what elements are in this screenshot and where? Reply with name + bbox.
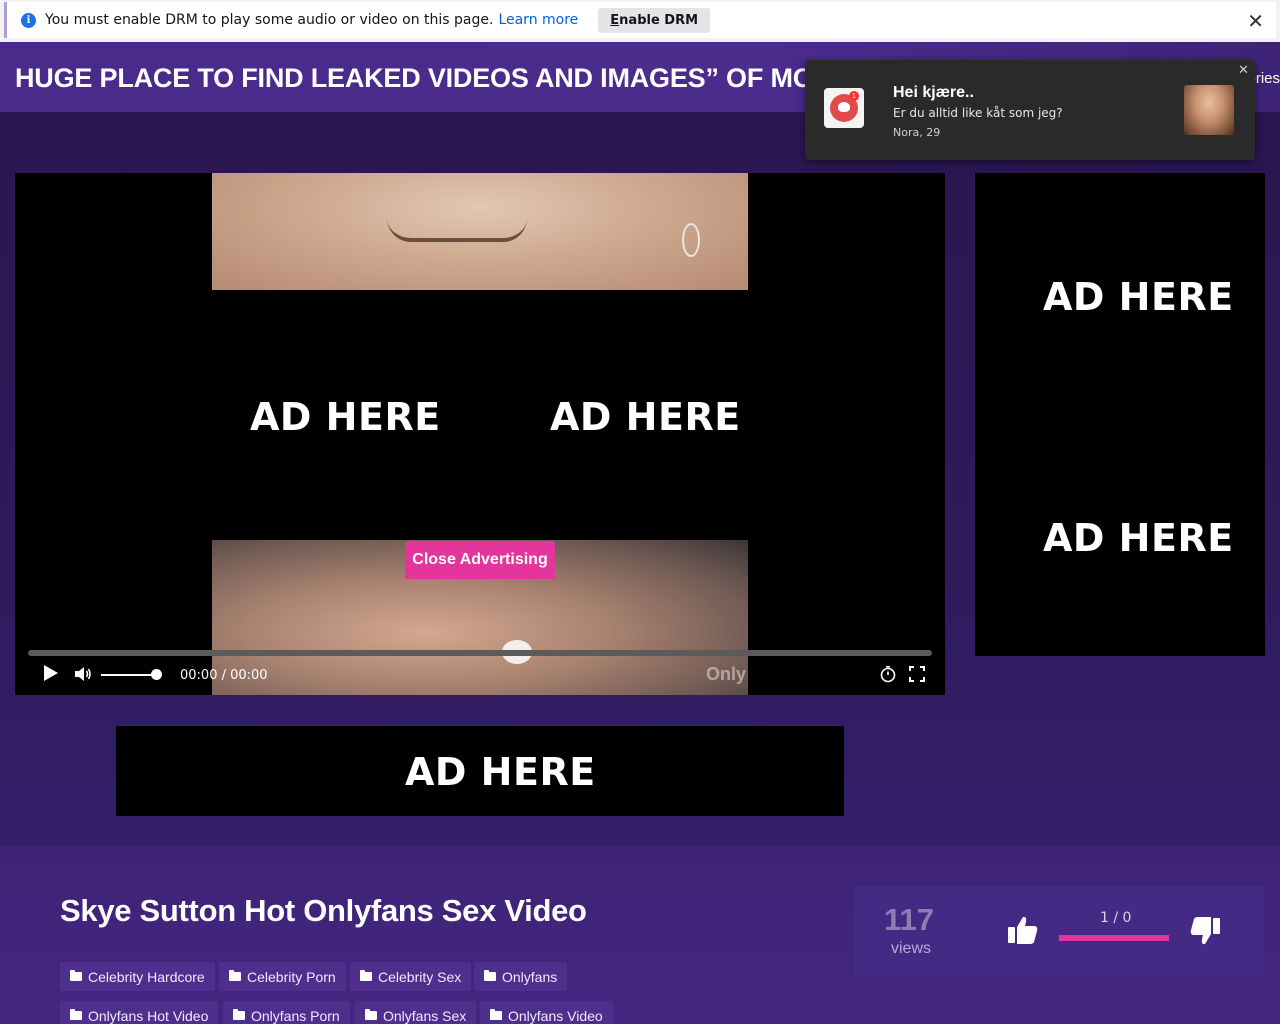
progress-bar[interactable] [28, 650, 932, 656]
folder-icon [229, 970, 241, 981]
enable-drm-button[interactable]: Enable DRM [598, 7, 711, 33]
tag-link[interactable]: Onlyfans [474, 962, 568, 991]
volume-knob[interactable] [151, 669, 162, 680]
tag-link[interactable]: Onlyfans Hot Video [60, 1001, 219, 1024]
rating-count: 1 / 0 [1100, 910, 1132, 926]
side-ad-text[interactable]: AD HERE [1043, 516, 1234, 560]
tag-label: Celebrity Porn [247, 968, 336, 985]
notification-title: Hei kjære.. [893, 84, 974, 101]
notification-badge: 1 [849, 91, 859, 101]
folder-icon [365, 1009, 377, 1020]
tag-label: Onlyfans Hot Video [88, 1007, 209, 1024]
drm-notification-bar: i You must enable DRM to play some audio… [0, 0, 1280, 42]
player-ad-right[interactable]: AD HERE [550, 395, 741, 439]
tag-label: Onlyfans Sex [383, 1007, 467, 1024]
bottom-ad-text[interactable]: AD HERE [405, 750, 596, 794]
thumbs-down-icon[interactable] [1188, 914, 1222, 948]
info-icon: i [21, 12, 36, 28]
drm-notification: i You must enable DRM to play some audio… [4, 2, 1276, 38]
views-count: 117 [884, 902, 935, 937]
volume-slider[interactable] [101, 674, 157, 676]
video-frame-detail [682, 223, 700, 257]
video-title: Skye Sutton Hot Onlyfans Sex Video [60, 893, 587, 928]
tag-link[interactable]: Onlyfans Porn [223, 1001, 350, 1024]
learn-more-link[interactable]: Learn more [498, 12, 578, 28]
tag-link[interactable]: Onlyfans Video [480, 1001, 613, 1024]
rating-box: 117 views 1 / 0 [854, 886, 1264, 976]
close-advertising-button[interactable]: Close Advertising [405, 541, 555, 579]
tag-link[interactable]: Celebrity Porn [219, 962, 346, 991]
rating-bar-fill [1059, 935, 1169, 941]
play-icon[interactable] [44, 665, 58, 681]
timer-icon[interactable] [879, 665, 897, 683]
tag-link[interactable]: Celebrity Hardcore [60, 962, 215, 991]
tag-link[interactable]: Celebrity Sex [350, 962, 472, 991]
side-ad-text[interactable]: AD HERE [1043, 275, 1234, 319]
folder-icon [70, 970, 82, 981]
folder-icon [233, 1009, 245, 1020]
fullscreen-icon[interactable] [909, 666, 925, 682]
close-icon[interactable]: ✕ [1247, 9, 1264, 33]
rating-bar [1059, 935, 1169, 941]
video-player[interactable]: AD HERE AD HERE Only Close Advertising 0… [15, 173, 945, 695]
tag-label: Celebrity Sex [378, 968, 462, 985]
tag-label: Onlyfans Porn [251, 1007, 340, 1024]
side-ad-banner[interactable]: AD HERE AD HERE [975, 173, 1265, 656]
bottom-ad-banner[interactable]: AD HERE [116, 726, 844, 816]
folder-icon [360, 970, 372, 981]
folder-icon [490, 1009, 502, 1020]
folder-icon [70, 1009, 82, 1020]
tag-link[interactable]: Onlyfans Sex [355, 1001, 477, 1024]
tag-label: Onlyfans Video [508, 1007, 603, 1024]
time-display: 00:00 / 00:00 [180, 668, 268, 683]
close-icon[interactable]: ✕ [1238, 63, 1249, 78]
video-frame-top [212, 173, 748, 290]
notification-sender: Nora, 29 [893, 126, 941, 139]
video-frame-detail [387, 218, 527, 242]
chat-app-icon: 1 [824, 88, 864, 128]
thumbs-up-icon[interactable] [1006, 913, 1040, 947]
views-label: views [891, 940, 932, 957]
tag-label: Celebrity Hardcore [88, 968, 205, 985]
tag-label: Onlyfans [502, 968, 558, 985]
drm-message: You must enable DRM to play some audio o… [45, 12, 494, 28]
folder-icon [484, 970, 496, 981]
chat-notification-popup[interactable]: 1 Hei kjære.. Er du alltid like kåt som … [805, 60, 1255, 160]
video-info-section: Skye Sutton Hot Onlyfans Sex Video Celeb… [0, 846, 1280, 1024]
notification-message: Er du alltid like kåt som jeg? [893, 106, 1063, 120]
player-ad-left[interactable]: AD HERE [250, 395, 441, 439]
player-controls: 00:00 / 00:00 [15, 663, 945, 689]
avatar [1184, 85, 1234, 135]
volume-icon[interactable] [73, 664, 93, 684]
site-title[interactable]: HUGE PLACE TO FIND LEAKED VIDEOS AND IMA… [15, 63, 885, 94]
video-section: AD HERE AD HERE Only Close Advertising 0… [0, 112, 1280, 846]
